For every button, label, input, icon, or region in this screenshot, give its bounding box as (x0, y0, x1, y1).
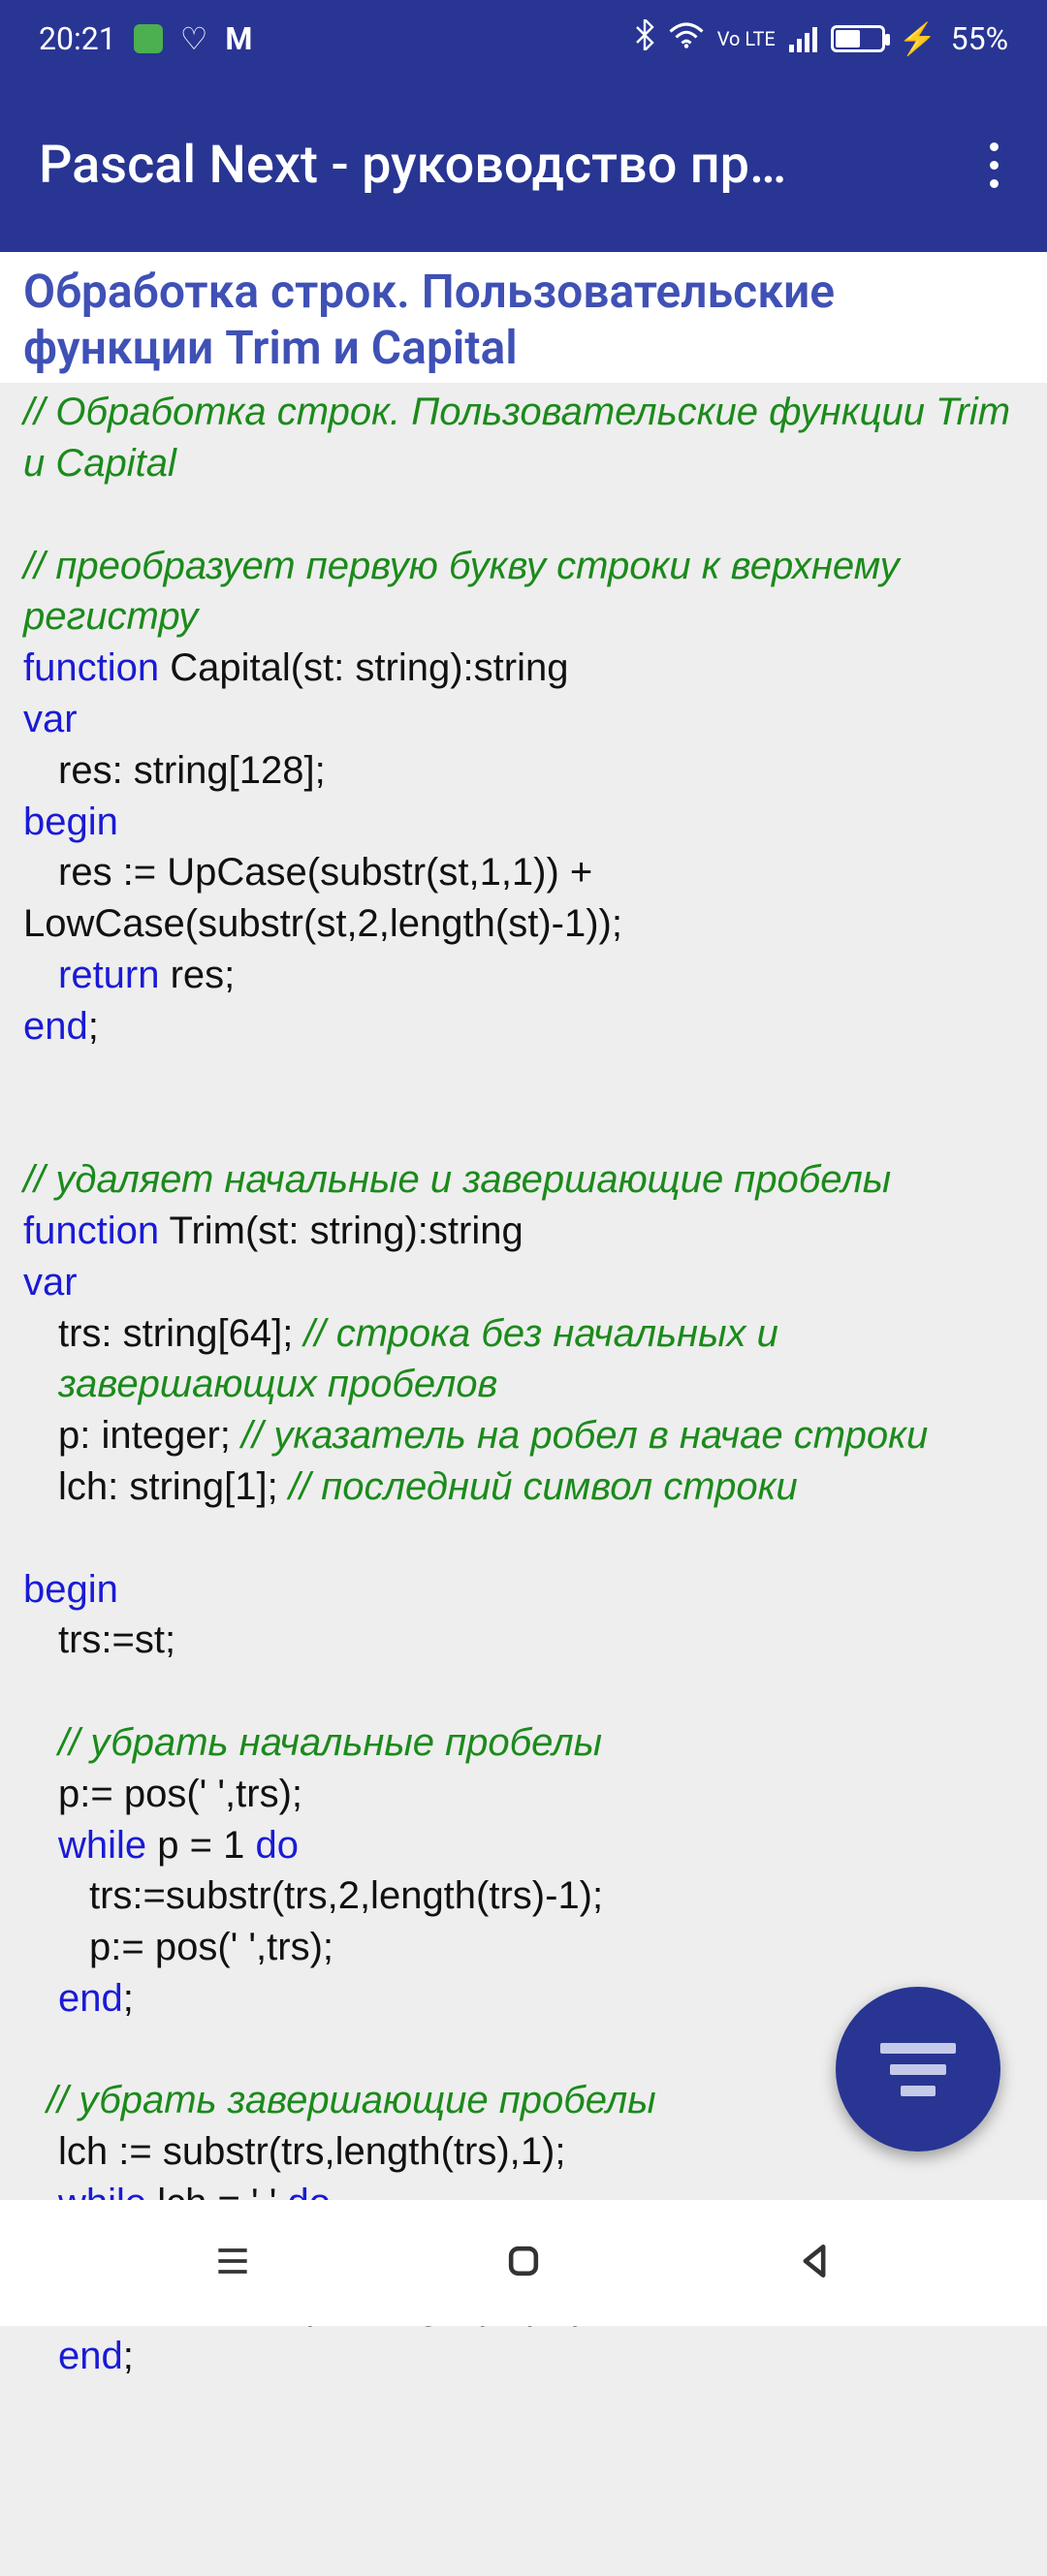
code-keyword: begin (23, 801, 118, 843)
bluetooth-icon (634, 19, 655, 58)
fab-line-icon (880, 2043, 956, 2054)
code-keyword: function (23, 646, 159, 689)
code-keyword: end (23, 1005, 88, 1048)
code-text: p: integer; (58, 1414, 241, 1457)
code-comment: // удаляет начальные и завершающие пробе… (23, 1158, 891, 1201)
table-of-contents-fab[interactable] (836, 1987, 1000, 2152)
code-text: ; (123, 1977, 134, 2020)
code-text: trs:=st; (23, 1615, 175, 1666)
app-bar: Pascal Next - руководство пр… (0, 78, 1047, 252)
status-bar: 20:21 ♡ M Vo LTE ⚡ 55% (0, 0, 1047, 78)
code-text: p = 1 (146, 1824, 255, 1867)
status-right: Vo LTE ⚡ 55% (634, 19, 1008, 58)
code-text: lch := substr(trs,length(trs),1); (23, 2126, 565, 2178)
signal-icon (789, 25, 817, 52)
code-comment: // Обработка строк. Пользовательские фун… (23, 391, 1010, 485)
code-text: p:= pos(' ',trs); (23, 1922, 333, 1973)
status-time: 20:21 (39, 20, 116, 57)
volte-label: Vo LTE (717, 30, 776, 47)
code-text: Trim(st: string):string (159, 1209, 524, 1252)
home-button[interactable] (502, 2240, 545, 2286)
code-text: res := UpCase(substr(st,1,1)) + (23, 847, 592, 898)
more-options-button[interactable] (980, 133, 1008, 198)
code-keyword: end (58, 2335, 123, 2377)
code-text: LowCase(substr(st,2,length(st)-1)); (23, 902, 622, 945)
charging-icon: ⚡ (899, 20, 937, 57)
code-comment: // убрать завершающие пробелы (23, 2075, 656, 2126)
fab-line-icon (890, 2064, 946, 2075)
code-comment: // последний символ строки (289, 1465, 798, 1508)
code-text: trs: string[64]; (58, 1312, 303, 1355)
code-keyword: var (23, 698, 78, 740)
code-text: p:= pos(' ',trs); (23, 1769, 302, 1820)
code-text: trs:=substr(trs,2,length(trs)-1); (23, 1870, 603, 1922)
app-title: Pascal Next - руководство пр… (39, 135, 786, 196)
code-text: Capital(st: string):string (159, 646, 568, 689)
code-keyword: var (23, 1261, 78, 1304)
code-keyword: end (58, 1977, 123, 2020)
code-comment: // преобразует первую букву строки к вер… (23, 545, 900, 639)
heart-icon: ♡ (180, 20, 208, 57)
page-heading: Обработка строк. Пользовательские функци… (23, 260, 1024, 383)
code-keyword: function (23, 1209, 159, 1252)
system-nav-bar (0, 2200, 1047, 2326)
recent-apps-button[interactable] (211, 2240, 254, 2286)
code-text: lch: string[1]; (58, 1465, 289, 1508)
battery-status-icon (134, 24, 163, 53)
code-text: res: string[128]; (23, 745, 326, 797)
status-left: 20:21 ♡ M (39, 20, 252, 57)
code-comment: // убрать начальные пробелы (23, 1717, 602, 1769)
wifi-icon (669, 20, 704, 57)
battery-percent: 55% (951, 20, 1008, 57)
code-text: ; (88, 1005, 99, 1048)
code-comment: // указатель на робел в начае строки (241, 1414, 928, 1457)
code-text: ; (123, 2335, 134, 2377)
battery-icon (831, 25, 885, 52)
back-button[interactable] (793, 2240, 836, 2286)
code-keyword: while (58, 1824, 146, 1867)
code-keyword: begin (23, 1568, 118, 1611)
mail-icon: M (225, 20, 252, 57)
code-text: res; (160, 954, 236, 996)
code-keyword: do (255, 1824, 299, 1867)
fab-line-icon (901, 2086, 936, 2096)
code-keyword: return (58, 954, 160, 996)
